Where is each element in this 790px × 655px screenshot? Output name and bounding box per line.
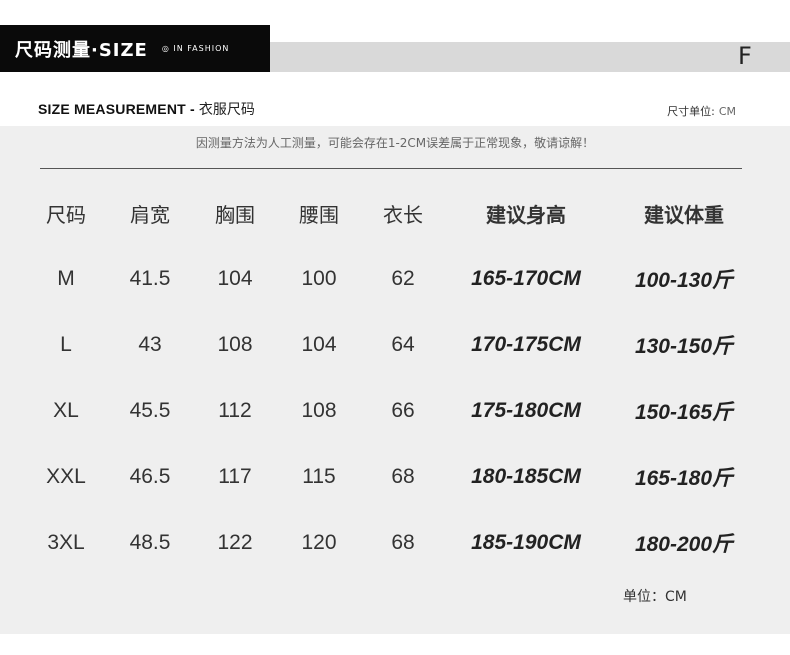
- table-cell: 48.5: [129, 531, 171, 554]
- table-cell: 100-130斤: [634, 269, 734, 292]
- header-cell: 腰围: [299, 202, 339, 227]
- table-cell: 185-190CM: [471, 531, 581, 554]
- table-cell: 170-175CM: [471, 333, 581, 356]
- table-cell: 165-170CM: [471, 267, 581, 290]
- table-cell: 43: [138, 333, 162, 356]
- table-cell: 108: [301, 399, 337, 422]
- table-cell: 165-180斤: [634, 467, 734, 490]
- table-cell: 180-200斤: [634, 533, 734, 556]
- subheader-cn: 衣服尺码: [198, 102, 255, 118]
- page-title: 尺码测量·SIZE: [15, 39, 148, 61]
- title-banner: 尺码测量·SIZE ◎ IN FASHION: [0, 25, 270, 72]
- table-cell: 120: [301, 531, 337, 554]
- subheader: SIZE MEASUREMENT - 衣服尺码: [38, 97, 255, 121]
- unit-label-bottom: 单位：CM: [623, 589, 687, 605]
- table-cell: 64: [391, 333, 415, 356]
- header-cell: 胸围: [215, 202, 255, 227]
- table-cell: 41.5: [129, 267, 171, 290]
- table-cell: 150-165斤: [634, 401, 734, 424]
- brand-tagline: ◎ IN FASHION: [161, 44, 230, 53]
- header-cell: 建议身高: [486, 202, 566, 227]
- table-row: M 41.5 104 100 62 165-170CM 100-130斤: [0, 246, 790, 312]
- table-cell: XXL: [46, 465, 86, 488]
- table-cell: 112: [218, 399, 252, 422]
- table-row: XL 45.5 112 108 66 175-180CM 150-165斤: [0, 378, 790, 444]
- table-cell: 117: [218, 465, 252, 488]
- table-cell: 68: [391, 531, 415, 554]
- table-cell: 175-180CM: [471, 399, 581, 422]
- table-cell: 108: [217, 333, 253, 356]
- unit-label-top: 尺寸单位: CM: [667, 103, 736, 119]
- divider: [40, 168, 742, 169]
- header-cell: 尺码: [46, 202, 86, 227]
- subheader-en: SIZE MEASUREMENT -: [38, 101, 195, 117]
- table-cell: 100: [301, 267, 337, 290]
- unit-value: CM: [718, 105, 736, 118]
- table-cell: 122: [217, 531, 253, 554]
- table-cell: 66: [391, 399, 415, 422]
- table-cell: XL: [53, 399, 79, 422]
- measurement-note: 因测量方法为人工测量，可能会存在1-2CM误差属于正常现象，敬请谅解！: [195, 136, 595, 150]
- unit-label: 尺寸单位:: [667, 105, 715, 118]
- table-cell: 68: [391, 465, 415, 488]
- table-cell: 46.5: [129, 465, 171, 488]
- table-cell: 130-150斤: [634, 335, 734, 358]
- table-row: 3XL 48.5 122 120 68 185-190CM 180-200斤: [0, 510, 790, 576]
- table-cell: 104: [301, 333, 337, 356]
- table-cell: 180-185CM: [471, 465, 581, 488]
- table-cell: 115: [302, 465, 336, 488]
- table-header-row: 尺码 肩宽 胸围 腰围 衣长 建议身高 建议体重: [0, 180, 790, 246]
- header-cell: 衣长: [383, 202, 423, 227]
- table-cell: L: [60, 333, 72, 356]
- table-cell: 3XL: [47, 531, 85, 554]
- size-letter: F: [738, 42, 752, 70]
- table-cell: 45.5: [129, 399, 171, 422]
- table-cell: 62: [391, 267, 415, 290]
- table-row: L 43 108 104 64 170-175CM 130-150斤: [0, 312, 790, 378]
- header-cell: 肩宽: [130, 202, 170, 227]
- table-row: XXL 46.5 117 115 68 180-185CM 165-180斤: [0, 444, 790, 510]
- table-cell: 104: [217, 267, 253, 290]
- table-cell: M: [57, 267, 75, 290]
- header-cell: 建议体重: [644, 202, 724, 227]
